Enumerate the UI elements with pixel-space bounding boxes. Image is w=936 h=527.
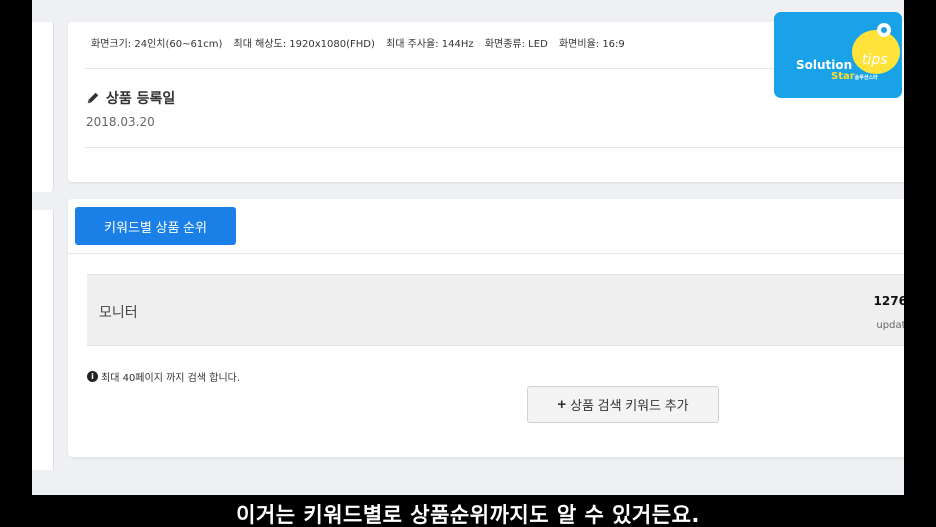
add-keyword-label: 상품 검색 키워드 추가 [570,398,689,413]
logo-star-korean: 솔루션스타 [854,75,878,81]
table-row[interactable]: 모니터 1276우 updated [87,274,904,346]
spec-panel-type: 화면종류: LED [484,39,548,50]
left-sidebar-panel [32,22,54,192]
rank-value: 1276 [873,294,904,308]
spec-refresh-rate: 최대 주사율: 144Hz [386,39,474,50]
logo-text-solution: Solution [796,58,853,72]
notice-text: 최대 40페이지 까지 검색 합니다. [101,373,241,384]
spec-resolution: 최대 해상도: 1920x1080(FHD) [233,39,375,50]
logo-star: Star [831,71,855,82]
video-subtitle: 이거는 키워드별로 상품순위까지도 알 수 있거든요. [182,500,754,527]
spec-screen-size: 화면크기: 24인치(60~61cm) [91,39,223,50]
keyword-name: 모니터 [99,305,138,321]
divider [68,253,904,254]
pencil-icon [87,92,99,104]
keyword-rank-tab[interactable]: 키워드별 상품 순위 [75,207,236,245]
left-sidebar-panel-lower [32,210,54,470]
add-keyword-button[interactable]: + 상품 검색 키워드 추가 [527,386,719,423]
spec-aspect-ratio: 화면비율: 16:9 [558,39,625,50]
channel-logo: tips Solution Star솔루션스타 [774,12,902,98]
updated-label: updated [876,320,904,331]
registration-title: 상품 등록일 [106,91,176,107]
keyword-rank: 1276우 [874,292,904,309]
logo-text-star: Star솔루션스타 [831,71,878,82]
lightbulb-icon: tips [852,23,900,74]
registration-date: 2018.03.20 [86,115,155,129]
registration-heading: 상품 등록일 [86,88,175,108]
plus-icon: + [557,396,567,413]
logo-badge: tips [862,52,888,68]
info-icon: i [87,371,98,382]
search-notice: i 최대 40페이지 까지 검색 합니다. [87,369,240,384]
divider [84,147,904,148]
keyword-rank-card: 키워드별 상품 순위 모니터 1276우 updated i 최대 40페이지 … [68,199,904,457]
product-specs: 화면크기: 24인치(60~61cm) 최대 해상도: 1920x1080(FH… [91,35,633,50]
